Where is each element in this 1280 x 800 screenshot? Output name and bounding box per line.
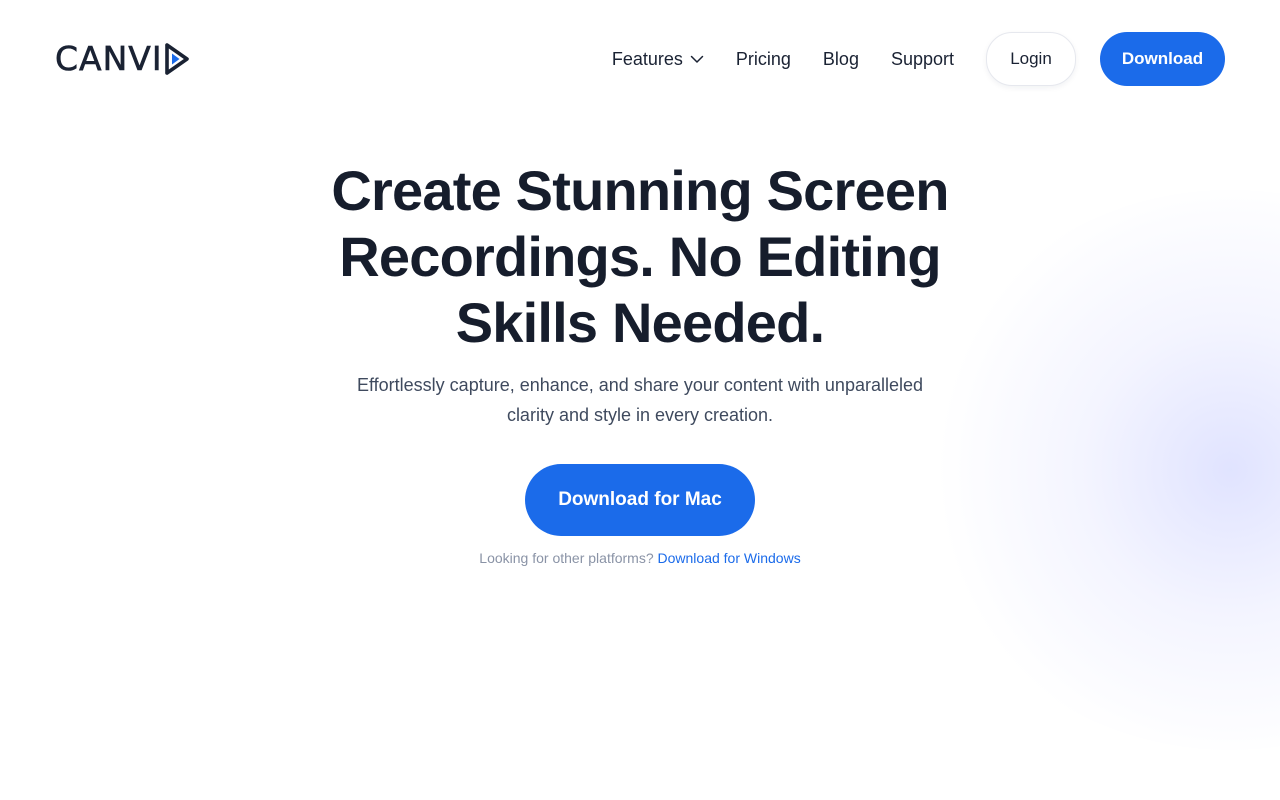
hero-title-line: Create Stunning Screen	[331, 159, 949, 222]
hero-section: Create Stunning Screen Recordings. No Ed…	[0, 158, 1280, 566]
nav-item-features-label: Features	[611, 48, 683, 69]
site-header: CANVI Features Pricing Blog Support Logi…	[0, 0, 1280, 118]
brand-name: CANVI	[55, 39, 163, 78]
main-nav: Features Pricing Blog Support Login Down…	[612, 32, 1225, 86]
nav-item-blog[interactable]: Blog	[823, 49, 859, 70]
play-triangle-icon	[164, 43, 189, 75]
chevron-down-icon	[690, 55, 704, 63]
hero-title-line: Recordings. No Editing	[339, 225, 941, 288]
header-download-button[interactable]: Download	[1100, 32, 1225, 86]
hero-subtitle-line: clarity and style in every creation.	[506, 405, 774, 425]
nav-item-features[interactable]: Features	[612, 49, 704, 70]
download-for-windows-link[interactable]: Download for Windows	[658, 550, 801, 566]
nav-item-pricing[interactable]: Pricing	[736, 49, 791, 70]
landing-page: CANVI Features Pricing Blog Support Logi…	[0, 0, 1280, 800]
nav-item-support[interactable]: Support	[891, 49, 954, 70]
download-for-mac-button[interactable]: Download for Mac	[525, 464, 755, 536]
brand-logo[interactable]: CANVI	[55, 39, 190, 78]
hero-title: Create Stunning Screen Recordings. No Ed…	[320, 158, 960, 356]
hero-subtitle-line: Effortlessly capture, enhance, and share…	[356, 375, 923, 395]
login-button[interactable]: Login	[986, 32, 1076, 86]
hero-subtitle: Effortlessly capture, enhance, and share…	[340, 370, 940, 430]
other-platforms-text: Looking for other platforms?	[479, 550, 654, 566]
other-platforms-note: Looking for other platforms? Download fo…	[0, 550, 1280, 566]
hero-title-line: Skills Needed.	[455, 291, 825, 354]
